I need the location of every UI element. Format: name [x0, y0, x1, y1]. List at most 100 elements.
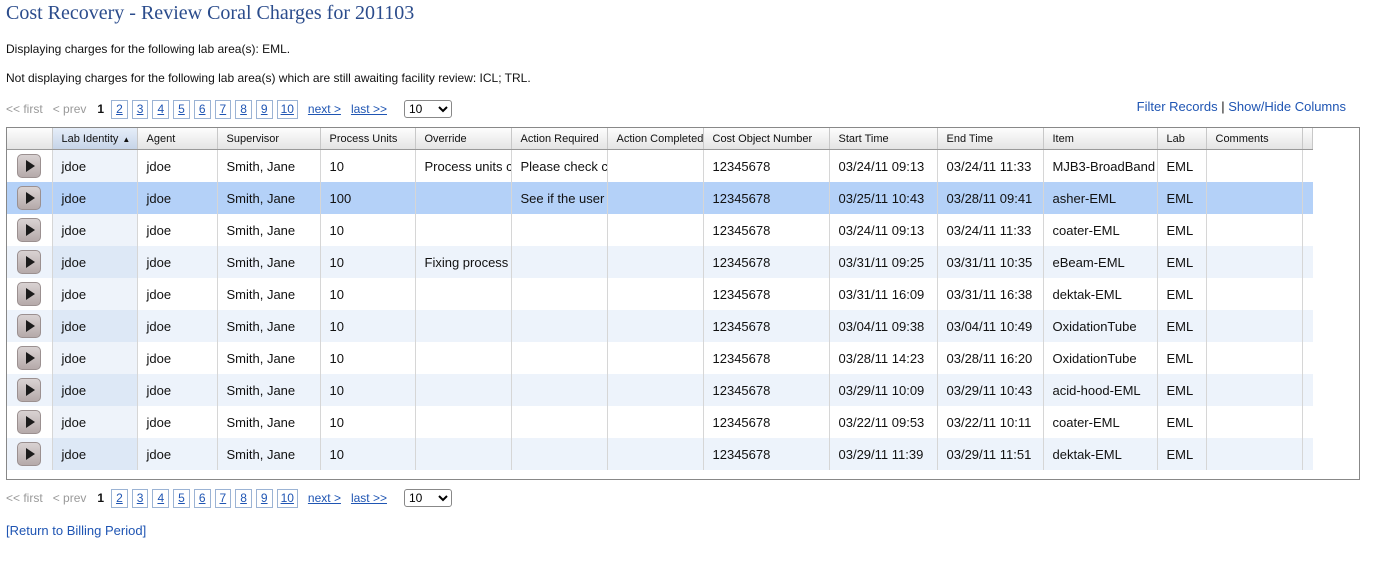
column-header-label: Lab Identity	[61, 132, 119, 145]
cell-comments	[1206, 310, 1303, 342]
last-page-link[interactable]: last >>	[351, 491, 387, 505]
cell-item: eBeam-EML	[1043, 246, 1158, 278]
play-triangle-icon[interactable]	[17, 282, 42, 306]
table-row[interactable]: jdoe jdoe Smith, Jane 10 Process units c Plea…	[7, 149, 1313, 182]
cell-action-completed	[607, 214, 704, 246]
column-header-action-required[interactable]: Action Required	[511, 128, 608, 150]
play-triangle-icon[interactable]	[17, 378, 42, 402]
cell-cost-object-number: 12345678	[703, 182, 830, 214]
page-link-5[interactable]: 5	[173, 99, 190, 119]
row-expand-cell	[7, 374, 53, 406]
cell-action-completed	[607, 310, 704, 342]
page-link-10[interactable]: 10	[276, 488, 298, 508]
page-link-4[interactable]: 4	[152, 99, 170, 119]
cell-action-required	[511, 310, 608, 342]
column-header-supervisor[interactable]: Supervisor	[217, 128, 321, 150]
column-header-agent[interactable]: Agent	[137, 128, 218, 150]
table-row[interactable]: jdoe jdoe Smith, Jane 10 12345678 03/24/11 09…	[7, 214, 1313, 246]
rows-per-page-select[interactable]: 10	[403, 489, 452, 507]
page-link-6[interactable]: 6	[193, 488, 211, 508]
column-header-item[interactable]: Item	[1043, 128, 1158, 150]
play-triangle-icon[interactable]	[17, 314, 42, 338]
play-triangle-icon[interactable]	[17, 218, 42, 242]
charges-table: Lab Identity ▲ Agent Supervisor Process Unit…	[7, 128, 1313, 470]
table-row[interactable]: jdoe jdoe Smith, Jane 10 12345678 03/31/11 16…	[7, 278, 1313, 310]
cell-agent: jdoe	[137, 182, 218, 214]
table-row[interactable]: jdoe jdoe Smith, Jane 10 Fixing process 12345…	[7, 246, 1313, 278]
column-header-cost-object-number[interactable]: Cost Object Number	[703, 128, 830, 150]
play-triangle-icon[interactable]	[17, 250, 42, 274]
cell-override	[415, 182, 512, 214]
filter-records-link[interactable]: Filter Records	[1137, 99, 1218, 114]
cell-cost-object-number: 12345678	[703, 278, 830, 310]
cell-action-completed	[607, 438, 704, 470]
column-header-lab[interactable]: Lab	[1157, 128, 1207, 150]
page-link-3[interactable]: 3	[131, 99, 149, 119]
next-page-link[interactable]: next >	[308, 102, 341, 116]
table-row[interactable]: jdoe jdoe Smith, Jane 10 12345678 03/28/11 14…	[7, 342, 1313, 374]
column-header-comments[interactable]: Comments	[1206, 128, 1303, 150]
cell-override	[415, 342, 512, 374]
cell-comments	[1206, 149, 1303, 182]
next-page-link[interactable]: next >	[308, 491, 341, 505]
column-header-label: End Time	[946, 132, 993, 145]
column-header-label: Agent	[146, 132, 176, 145]
row-expand-cell	[7, 310, 53, 342]
row-expand-cell	[7, 406, 53, 438]
page-link-6[interactable]: 6	[193, 99, 211, 119]
cell-comments	[1206, 438, 1303, 470]
column-header-label: Supervisor	[226, 132, 280, 145]
table-row[interactable]: jdoe jdoe Smith, Jane 10 12345678 03/22/11 09…	[7, 406, 1313, 438]
page-link-7[interactable]: 7	[214, 99, 232, 119]
table-row[interactable]: jdoe jdoe Smith, Jane 10 12345678 03/04/11 09…	[7, 310, 1313, 342]
cell-lab: EML	[1157, 182, 1207, 214]
cell-action-required: Please check c	[511, 149, 608, 182]
cell-supervisor: Smith, Jane	[217, 214, 321, 246]
cell-supervisor: Smith, Jane	[217, 438, 321, 470]
cell-end-time: 03/22/11 10:11	[937, 406, 1044, 438]
page-link-4[interactable]: 4	[152, 488, 170, 508]
column-header-lab-identity[interactable]: Lab Identity ▲	[52, 128, 138, 150]
cell-cost-object-number: 12345678	[703, 342, 830, 374]
column-header-label: Item	[1052, 132, 1074, 145]
table-row[interactable]: jdoe jdoe Smith, Jane 10 12345678 03/29/11 11…	[7, 438, 1313, 470]
first-page-link: << first	[6, 491, 43, 505]
page-link-10[interactable]: 10	[276, 99, 298, 119]
column-header-end-time[interactable]: End Time	[937, 128, 1044, 150]
page-link-5[interactable]: 5	[173, 488, 190, 508]
rows-per-page-select[interactable]: 10	[403, 100, 452, 118]
page-link-3[interactable]: 3	[131, 488, 149, 508]
row-filler	[1302, 182, 1313, 214]
show-hide-columns-link[interactable]: Show/Hide Columns	[1228, 99, 1346, 114]
cell-action-completed	[607, 182, 704, 214]
play-triangle-icon[interactable]	[17, 346, 42, 370]
play-triangle-icon[interactable]	[17, 154, 42, 178]
cell-cost-object-number: 12345678	[703, 149, 830, 182]
first-page-link: << first	[6, 102, 43, 116]
row-expand-cell	[7, 246, 53, 278]
page-link-2[interactable]: 2	[111, 99, 128, 119]
play-triangle-icon[interactable]	[17, 442, 42, 466]
return-to-billing-period-link[interactable]: [Return to Billing Period]	[6, 523, 146, 538]
column-header-start-time[interactable]: Start Time	[829, 128, 938, 150]
play-triangle-icon[interactable]	[17, 410, 42, 434]
page-link-2[interactable]: 2	[111, 488, 128, 508]
last-page-link[interactable]: last >>	[351, 102, 387, 116]
cell-item: OxidationTube	[1043, 342, 1158, 374]
page-link-8[interactable]: 8	[235, 99, 252, 119]
cell-end-time: 03/28/11 16:20	[937, 342, 1044, 374]
cell-override: Fixing process	[415, 246, 512, 278]
column-header-action-completed[interactable]: Action Completed	[607, 128, 704, 150]
page-link-9[interactable]: 9	[255, 488, 273, 508]
page-link-7[interactable]: 7	[214, 488, 232, 508]
column-header-override[interactable]: Override	[415, 128, 512, 150]
play-triangle-icon[interactable]	[17, 186, 42, 210]
table-row[interactable]: jdoe jdoe Smith, Jane 100 See if the user 123…	[7, 182, 1313, 214]
cell-comments	[1206, 182, 1303, 214]
column-header-process-units[interactable]: Process Units	[320, 128, 416, 150]
prev-page-link: < prev	[52, 491, 87, 505]
table-row[interactable]: jdoe jdoe Smith, Jane 10 12345678 03/29/11 10…	[7, 374, 1313, 406]
cell-override: Process units c	[415, 149, 512, 182]
page-link-9[interactable]: 9	[255, 99, 273, 119]
page-link-8[interactable]: 8	[235, 488, 252, 508]
